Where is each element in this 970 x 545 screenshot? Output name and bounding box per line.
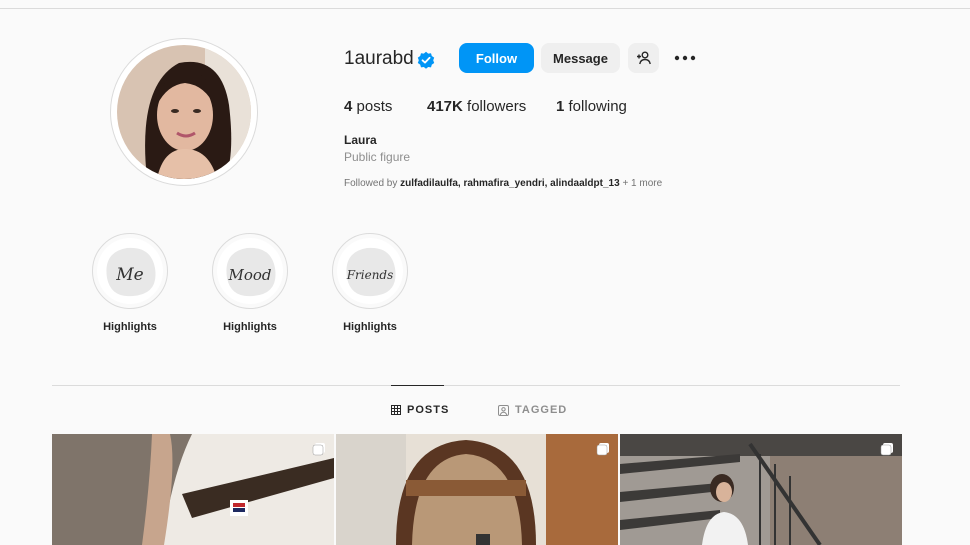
following-count-value: 1 <box>556 98 565 115</box>
highlight-cover-text: Mood <box>227 266 271 284</box>
tab-tagged[interactable]: TAGGED <box>498 404 567 416</box>
highlight-cover-text: Me <box>115 265 143 285</box>
posts-count-value: 4 <box>344 98 353 115</box>
followed-by-prefix: Followed by <box>344 178 398 189</box>
highlight-cover: Mood <box>212 233 288 309</box>
more-options-button[interactable] <box>672 43 698 73</box>
grid-icon <box>391 405 401 415</box>
top-border <box>0 8 970 9</box>
tabs-divider <box>52 385 900 386</box>
tab-posts[interactable]: POSTS <box>391 404 449 416</box>
message-button[interactable]: Message <box>541 43 620 73</box>
highlight-me[interactable]: Me Highlights <box>91 233 169 333</box>
followers-link[interactable]: 417K followers <box>427 98 526 115</box>
suggest-accounts-button[interactable] <box>628 43 659 73</box>
followed-by-suffix: + 1 more <box>622 178 663 189</box>
highlight-cover: Me <box>92 233 168 309</box>
post-thumbnail[interactable] <box>52 434 334 545</box>
highlight-cover: Friends <box>332 233 408 309</box>
multiple-photos-icon <box>312 443 325 456</box>
following-link[interactable]: 1 following <box>556 98 627 115</box>
highlight-cover-text: Friends <box>346 268 394 282</box>
post-thumbnail[interactable] <box>620 434 902 545</box>
highlight-label: Highlights <box>103 321 157 333</box>
active-tab-indicator <box>391 385 444 386</box>
profile-category: Public figure <box>344 150 411 164</box>
followed-by-link[interactable]: Followed by zulfadilaulfa, rahmafira_yen… <box>344 178 662 189</box>
profile-full-name: Laura <box>344 133 377 147</box>
highlight-label: Highlights <box>223 321 277 333</box>
posts-count: 4 posts <box>344 98 392 115</box>
following-count-label: following <box>568 98 627 115</box>
followers-count-value: 417K <box>427 98 463 115</box>
tag-icon <box>498 404 509 416</box>
multiple-photos-icon <box>880 443 893 456</box>
add-person-icon <box>636 51 651 65</box>
highlight-label: Highlights <box>343 321 397 333</box>
tab-tagged-label: TAGGED <box>515 404 568 416</box>
follow-button[interactable]: Follow <box>459 43 534 73</box>
followers-count-label: followers <box>467 98 527 115</box>
highlight-mood[interactable]: Mood Highlights <box>211 233 289 333</box>
multiple-photos-icon <box>596 443 609 456</box>
verified-badge-icon <box>417 51 435 69</box>
more-dots-icon <box>674 55 696 61</box>
tab-posts-label: POSTS <box>407 404 450 416</box>
posts-count-label: posts <box>356 98 393 115</box>
post-thumbnail[interactable] <box>336 434 618 545</box>
highlight-friends[interactable]: Friends Highlights <box>331 233 409 333</box>
followed-by-names: zulfadilaulfa, rahmafira_yendri, alindaa… <box>400 178 620 189</box>
avatar[interactable] <box>117 45 251 179</box>
profile-username: 1aurabd <box>344 48 414 69</box>
